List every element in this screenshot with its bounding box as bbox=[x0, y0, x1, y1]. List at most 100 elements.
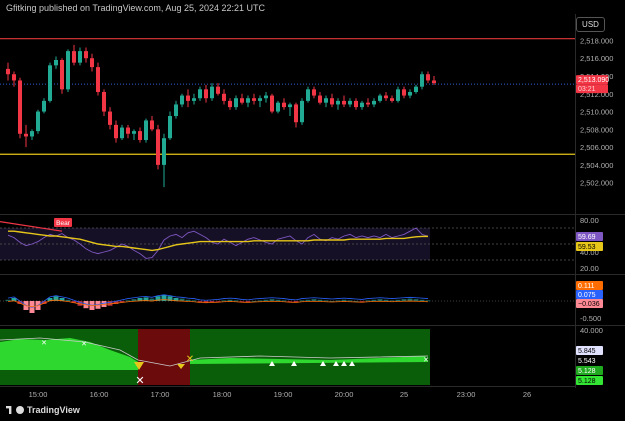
macd-bar bbox=[233, 300, 239, 302]
candle-body bbox=[366, 102, 370, 105]
candle-body bbox=[78, 51, 82, 63]
candle-body bbox=[330, 98, 334, 105]
macd-hist-tag-text: −0.036 bbox=[578, 301, 600, 308]
candle-body bbox=[342, 100, 346, 105]
candle-body bbox=[150, 120, 154, 130]
candle-body bbox=[54, 60, 58, 66]
time-tick-label: 20:00 bbox=[335, 390, 354, 399]
trend-value-tag-3: 5.128 bbox=[576, 366, 603, 375]
rsi-signal-tag-text: 59.53 bbox=[578, 244, 596, 251]
candle-body bbox=[324, 98, 328, 103]
candle-body bbox=[240, 98, 244, 103]
candle-body bbox=[102, 92, 106, 112]
macd-bar bbox=[5, 299, 11, 301]
candle-body bbox=[48, 65, 52, 101]
candle-body bbox=[132, 131, 136, 134]
time-tick-label: 19:00 bbox=[274, 390, 293, 399]
time-tick-label: 25 bbox=[400, 390, 408, 399]
candle-body bbox=[396, 89, 400, 101]
candle-body bbox=[204, 89, 208, 99]
bear-tag-text: Bear bbox=[56, 220, 71, 227]
bear-tag: Bear bbox=[54, 218, 72, 227]
trend-value-tag-4-text: 5.128 bbox=[578, 378, 596, 385]
macd-bar bbox=[383, 299, 389, 301]
macd-bar bbox=[347, 300, 353, 302]
rsi-tick-label: 80.00 bbox=[580, 216, 599, 225]
macd-bar bbox=[371, 299, 377, 301]
last-price-tag-text: 2,513.090 bbox=[578, 77, 609, 84]
macd-bar bbox=[359, 301, 365, 302]
candle-body bbox=[72, 51, 76, 63]
candle-body bbox=[210, 86, 214, 99]
macd-bar bbox=[125, 300, 131, 302]
last-price-tag: 2,513.090 bbox=[576, 75, 609, 85]
macd-bar bbox=[317, 299, 323, 301]
candle-body bbox=[18, 80, 22, 134]
logo-dot-icon bbox=[16, 406, 24, 414]
trend-value-tag-4: 5.128 bbox=[576, 376, 603, 385]
macd-signal-tag: 0.075 bbox=[576, 290, 603, 299]
candle-body bbox=[294, 104, 298, 123]
price-tick-label: 2,510.000 bbox=[580, 108, 613, 117]
rsi-signal-tag: 59.53 bbox=[576, 242, 603, 251]
candle-body bbox=[84, 51, 88, 59]
rsi-tick-label: 20.00 bbox=[580, 264, 599, 273]
price-tick-label: 2,506.000 bbox=[580, 143, 613, 152]
time-tick-label: 18:00 bbox=[213, 390, 232, 399]
macd-bar bbox=[185, 299, 191, 301]
candle-body bbox=[156, 129, 160, 165]
macd-bar bbox=[323, 300, 329, 302]
macd-bar bbox=[269, 299, 275, 301]
candle-body bbox=[402, 89, 406, 96]
candle-body bbox=[96, 67, 100, 92]
candle-body bbox=[246, 98, 250, 103]
macd-bar bbox=[365, 300, 371, 302]
candle-body bbox=[336, 100, 340, 105]
cross-marker-icon-5: ✕ bbox=[423, 357, 429, 364]
brand-name: TradingView bbox=[27, 405, 80, 415]
trend-value-tag: 5.845 bbox=[576, 346, 603, 355]
candle-body bbox=[144, 120, 148, 140]
macd-bar bbox=[191, 300, 197, 302]
macd-value-tag: 0.111 bbox=[576, 281, 603, 290]
candle-body bbox=[198, 89, 202, 99]
candle-body bbox=[312, 89, 316, 96]
trend-value-tag-text: 5.845 bbox=[578, 348, 596, 355]
candle-body bbox=[186, 95, 190, 101]
countdown-tag-text: 03:21 bbox=[578, 86, 596, 93]
macd-bar bbox=[377, 299, 383, 301]
trend-bear-zone bbox=[138, 329, 190, 385]
macd-bar bbox=[239, 301, 245, 302]
candle-body bbox=[234, 98, 238, 108]
time-tick-label: 16:00 bbox=[90, 390, 109, 399]
macd-value-tag-text: 0.111 bbox=[578, 283, 595, 290]
macd-bar bbox=[395, 299, 401, 301]
candle-body bbox=[258, 98, 262, 101]
candle-body bbox=[6, 68, 10, 75]
candle-body bbox=[432, 80, 436, 84]
macd-bar bbox=[281, 300, 287, 302]
price-tick-label: 2,518.000 bbox=[580, 36, 613, 45]
time-tick-label: 15:00 bbox=[29, 390, 48, 399]
candle-body bbox=[300, 100, 304, 123]
candle-body bbox=[180, 95, 184, 105]
candle-body bbox=[306, 89, 310, 101]
macd-layer bbox=[0, 294, 575, 313]
candle-body bbox=[360, 102, 364, 108]
candle-body bbox=[264, 95, 268, 99]
candle-body bbox=[252, 98, 256, 101]
macd-signal-line bbox=[7, 299, 429, 308]
macd-bar bbox=[299, 300, 305, 302]
time-tick-label: 17:00 bbox=[151, 390, 170, 399]
price-tick-label: 2,502.000 bbox=[580, 179, 613, 188]
candle-body bbox=[138, 131, 142, 140]
macd-signal-tag-text: 0.075 bbox=[578, 292, 596, 299]
candle-body bbox=[30, 131, 34, 137]
time-tick-label: 23:00 bbox=[457, 390, 476, 399]
macd-bar bbox=[221, 300, 227, 302]
macd-tick-label: -0.500 bbox=[580, 314, 601, 323]
trend-value-tag-2: 5.543 bbox=[576, 356, 603, 365]
candle-body bbox=[12, 74, 16, 81]
candle-body bbox=[174, 104, 178, 116]
candle-body bbox=[24, 133, 28, 137]
